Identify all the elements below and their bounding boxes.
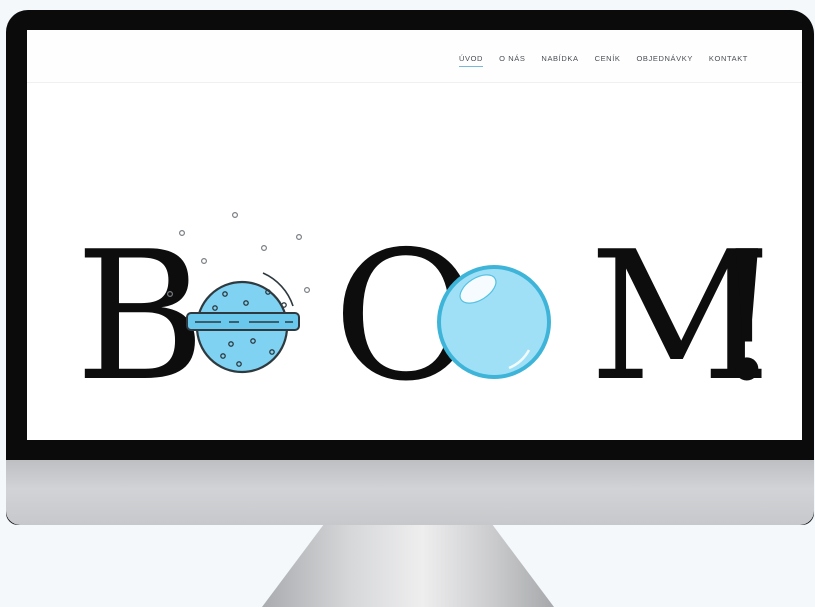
logo-exclamation: ! [711, 213, 783, 420]
website-screen: ÚVOD O NÁS NABÍDKA CENÍK OBJEDNÁVKY KONT… [27, 30, 802, 440]
monitor-chin [6, 460, 814, 525]
boom-logo: B O M ! [75, 212, 783, 420]
monitor-stand [262, 525, 554, 607]
bubble-icon [437, 265, 551, 379]
